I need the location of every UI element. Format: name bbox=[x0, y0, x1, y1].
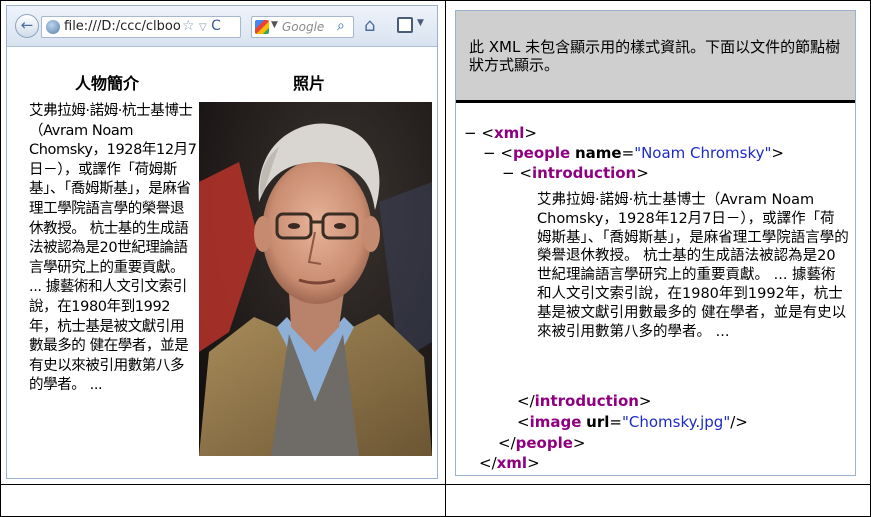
xml-introduction-close: </introduction> bbox=[517, 392, 652, 410]
window-menu-icon[interactable] bbox=[397, 17, 413, 33]
tag-name: xml bbox=[493, 124, 525, 142]
xml-image-node: <image url="Chomsky.jpg"/> bbox=[517, 413, 748, 431]
tag-name: people bbox=[515, 434, 573, 452]
row-divider bbox=[0, 484, 871, 485]
attr-value: "Noam Chromsky" bbox=[634, 144, 772, 162]
collapse-toggle[interactable]: − bbox=[483, 144, 496, 162]
tag-name: xml bbox=[496, 454, 528, 472]
back-arrow-icon[interactable]: ← bbox=[15, 14, 39, 38]
globe-icon bbox=[46, 20, 60, 34]
search-placeholder: Google bbox=[282, 20, 325, 34]
photo-heading: 照片 bbox=[293, 74, 326, 93]
star-icon[interactable]: ☆ bbox=[182, 18, 195, 34]
xml-root-open: − <xml> bbox=[464, 124, 537, 142]
intro-paragraph: 艾弗拉姆·諾姆·杭士基博士（Avram Noam Chomsky，1928年12… bbox=[29, 103, 197, 394]
chevron-down-icon[interactable]: ▼ bbox=[417, 18, 424, 28]
magnifier-icon[interactable]: ⌕ bbox=[337, 18, 345, 34]
attr-name: name bbox=[575, 144, 622, 162]
home-icon[interactable]: ⌂ bbox=[364, 15, 375, 36]
navigation-toolbar: ← file:///D:/ccc/clboo ☆ ▽ C ▼ Google ⌕ … bbox=[7, 6, 437, 47]
notice-text: 此 XML 未包含顯示用的樣式資訊。下面以文件的節點樹狀方式顯示。 bbox=[469, 38, 841, 74]
xml-text-node: 艾弗拉姆·諾姆·杭士基博士（Avram Noam Chomsky，1928年12… bbox=[537, 192, 849, 340]
tag-name: people bbox=[512, 144, 571, 162]
tag-name: image bbox=[529, 413, 582, 431]
chevron-down-icon[interactable]: ▽ bbox=[199, 22, 207, 33]
column-divider bbox=[445, 0, 446, 517]
intro-heading: 人物簡介 bbox=[75, 74, 140, 93]
xml-viewer-window: 此 XML 未包含顯示用的樣式資訊。下面以文件的節點樹狀方式顯示。 − <xml… bbox=[455, 10, 856, 476]
tag-name: introduction bbox=[531, 164, 637, 182]
xml-style-notice: 此 XML 未包含顯示用的樣式資訊。下面以文件的節點樹狀方式顯示。 bbox=[456, 11, 855, 103]
attr-value: "Chomsky.jpg" bbox=[621, 413, 731, 431]
xml-root-close: </xml> bbox=[479, 454, 540, 472]
collapse-toggle[interactable]: − bbox=[502, 164, 515, 182]
search-box[interactable]: ▼ Google ⌕ bbox=[251, 16, 354, 38]
collapse-toggle[interactable]: − bbox=[464, 124, 477, 142]
google-icon[interactable] bbox=[255, 20, 269, 34]
attr-name: url bbox=[586, 413, 610, 431]
xml-people-close: </people> bbox=[498, 434, 586, 452]
reload-icon[interactable]: C bbox=[211, 18, 221, 34]
browser-window: ← file:///D:/ccc/clboo ☆ ▽ C ▼ Google ⌕ … bbox=[6, 5, 438, 479]
portrait-photo bbox=[199, 102, 432, 456]
chevron-down-icon[interactable]: ▼ bbox=[271, 20, 278, 30]
tag-name: introduction bbox=[534, 392, 639, 410]
address-bar[interactable]: file:///D:/ccc/clboo ☆ ▽ C bbox=[41, 16, 241, 38]
xml-people-open: − <people name="Noam Chromsky"> bbox=[483, 144, 784, 162]
url-text: file:///D:/ccc/clboo bbox=[64, 19, 181, 34]
xml-introduction-open: − <introduction> bbox=[502, 164, 649, 182]
